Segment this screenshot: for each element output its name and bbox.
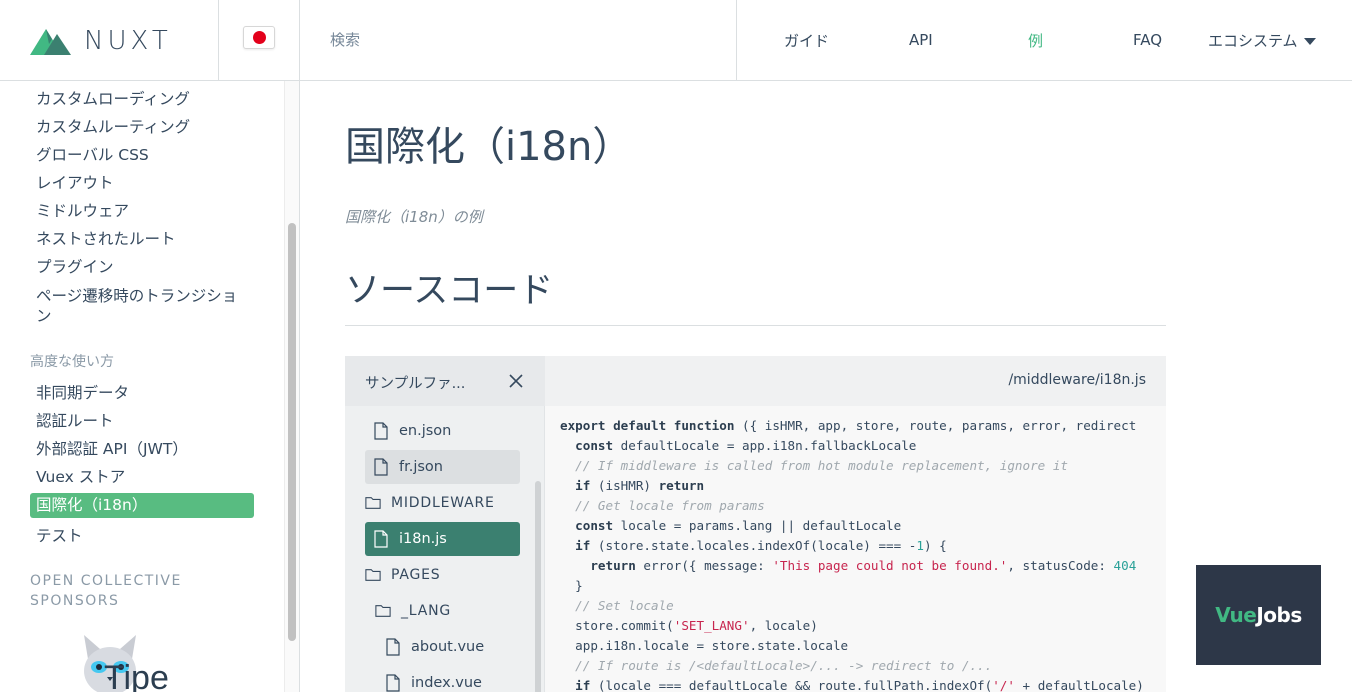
file-tree-label: i18n.js (399, 531, 447, 547)
sidebar-heading-advanced: 高度な使い方 (30, 354, 114, 370)
sidebar-item[interactable]: プラグイン (36, 257, 114, 277)
sponsor-name: Tipe (104, 659, 169, 692)
sidebar-item[interactable]: 非同期データ (36, 383, 129, 403)
nuxt-logo[interactable]: NUXT (30, 26, 172, 56)
code-line: // Get locale from params (575, 498, 765, 513)
sidebar-item[interactable]: 認証ルート (36, 411, 114, 431)
code-line: app.i18n.locale = store.state.locale (560, 638, 849, 653)
sidebar-item[interactable]: ネストされたルート (36, 229, 176, 249)
nav-faq-label: FAQ (1133, 31, 1163, 49)
sidebar-item[interactable]: ミドルウェア (36, 201, 129, 221)
nav-guide[interactable]: ガイド (784, 0, 829, 80)
page-title: 国際化（i18n） (345, 124, 633, 170)
sidebar-heading-sponsors: OPEN COLLECTIVE SPONSORS (30, 573, 182, 609)
nav-examples-label: 例 (1028, 31, 1044, 50)
file-tree-folder-pages[interactable]: PAGES (365, 558, 530, 592)
current-file-path: /middleware/i18n.js (1008, 372, 1146, 388)
sidebar-item-active[interactable]: 国際化（i18n） (30, 493, 254, 518)
search-input[interactable] (300, 0, 736, 80)
code-viewer: サンプルファ... /middleware/i18n.js en.json fr… (345, 356, 1166, 692)
nav-ecosystem[interactable]: エコシステム (1208, 0, 1316, 80)
sidebar-item[interactable]: カスタムローディング (36, 89, 190, 109)
code-line: // If middleware is called from hot modu… (575, 458, 1069, 473)
file-tree-item-en-json[interactable]: en.json (365, 414, 520, 448)
code-line: if (store.state.locales.indexOf(locale) … (575, 538, 947, 553)
code-line: // If route is /<defaultLocale>/... -> r… (575, 658, 993, 673)
file-tree-label: index.vue (411, 675, 482, 691)
code-line: } (560, 578, 583, 593)
flag-red-dot (252, 31, 266, 44)
code-line: const defaultLocale = app.i18n.fallbackL… (575, 438, 917, 453)
file-tree-folder-lang[interactable]: _LANG (375, 594, 530, 628)
file-tree-folder-middleware[interactable]: MIDDLEWARE (365, 486, 530, 520)
file-tree-item-fr-json[interactable]: fr.json (365, 450, 520, 484)
folder-icon (365, 497, 381, 509)
close-icon[interactable] (505, 370, 527, 392)
nav-api-label: API (909, 31, 933, 49)
source-heading: ソースコード (345, 271, 554, 311)
code-line: export default function ({ isHMR, app, s… (560, 418, 1137, 433)
file-icon (374, 530, 388, 548)
sidebar-item[interactable]: ページ遷移時のトランジション (36, 286, 251, 326)
ad-brand-part: Vue (1215, 603, 1257, 627)
code-block: export default function ({ isHMR, app, s… (560, 416, 1144, 692)
file-tree-label: about.vue (411, 639, 485, 655)
nav-guide-label: ガイド (784, 31, 830, 50)
nuxt-mountain-icon (30, 29, 71, 55)
code-line: if (isHMR) return (575, 478, 705, 493)
file-panel-header: サンプルファ... (345, 356, 545, 406)
chevron-down-icon (1303, 37, 1316, 45)
code-panel-header: /middleware/i18n.js (545, 356, 1166, 406)
code-line: const locale = params.lang || defaultLoc… (575, 518, 902, 533)
sidebar-item[interactable]: レイアウト (36, 173, 114, 193)
file-panel-title: サンプルファ... (365, 376, 466, 392)
code-line: // Set locale (575, 598, 674, 613)
file-tree-scrollbar[interactable] (535, 481, 541, 692)
logo-text: NUXT (84, 26, 172, 56)
file-icon (386, 674, 400, 692)
nav-ecosystem-label: エコシステム (1208, 31, 1298, 50)
divider (345, 325, 1166, 326)
file-tree-label: fr.json (399, 459, 443, 475)
file-tree-label: PAGES (391, 567, 441, 583)
file-tree-item-about-vue[interactable]: about.vue (385, 630, 525, 664)
header-divider (736, 0, 737, 80)
file-tree-item-index-vue[interactable]: index.vue (385, 666, 525, 692)
folder-icon (375, 605, 391, 617)
code-line: if (locale === defaultLocale && route.fu… (575, 678, 1144, 692)
file-tree-label: MIDDLEWARE (391, 495, 495, 511)
sidebar-item[interactable]: 外部認証 API（JWT） (36, 439, 188, 459)
file-icon (374, 458, 388, 476)
japan-flag-icon[interactable] (243, 26, 275, 49)
ad-brand-part: Jobs (1256, 603, 1302, 627)
sidebar-item[interactable]: テスト (36, 526, 83, 546)
top-header: NUXT ガイド API 例 FAQ エコシステム (0, 0, 1352, 81)
nav-examples[interactable]: 例 (1028, 0, 1043, 80)
nav-api[interactable]: API (909, 0, 933, 80)
file-tree-label: _LANG (401, 603, 452, 619)
code-line: store.commit('SET_LANG', locale) (560, 618, 818, 633)
file-tree: en.json fr.json MIDDLEWARE i18n.js PAGES… (345, 406, 545, 692)
sidebar-item[interactable]: カスタムルーティング (36, 117, 190, 137)
sidebar-item[interactable]: Vuex ストア (36, 467, 125, 487)
sidebar-item[interactable]: グローバル CSS (36, 145, 149, 165)
nav-faq[interactable]: FAQ (1133, 0, 1162, 80)
file-icon (386, 638, 400, 656)
vuejobs-ad[interactable]: Vue Jobs (1196, 565, 1321, 665)
sidebar-scrollbar-thumb[interactable] (288, 223, 296, 641)
page-description: 国際化（i18n）の例 (345, 208, 483, 226)
file-tree-label: en.json (399, 423, 452, 439)
sidebar: カスタムローディング カスタムルーティング グローバル CSS レイアウト ミド… (0, 81, 300, 692)
file-tree-item-i18n-js[interactable]: i18n.js (365, 522, 520, 556)
code-line: return error({ message: 'This page could… (590, 558, 1137, 573)
folder-icon (365, 569, 381, 581)
header-divider (218, 0, 219, 80)
file-icon (374, 422, 388, 440)
